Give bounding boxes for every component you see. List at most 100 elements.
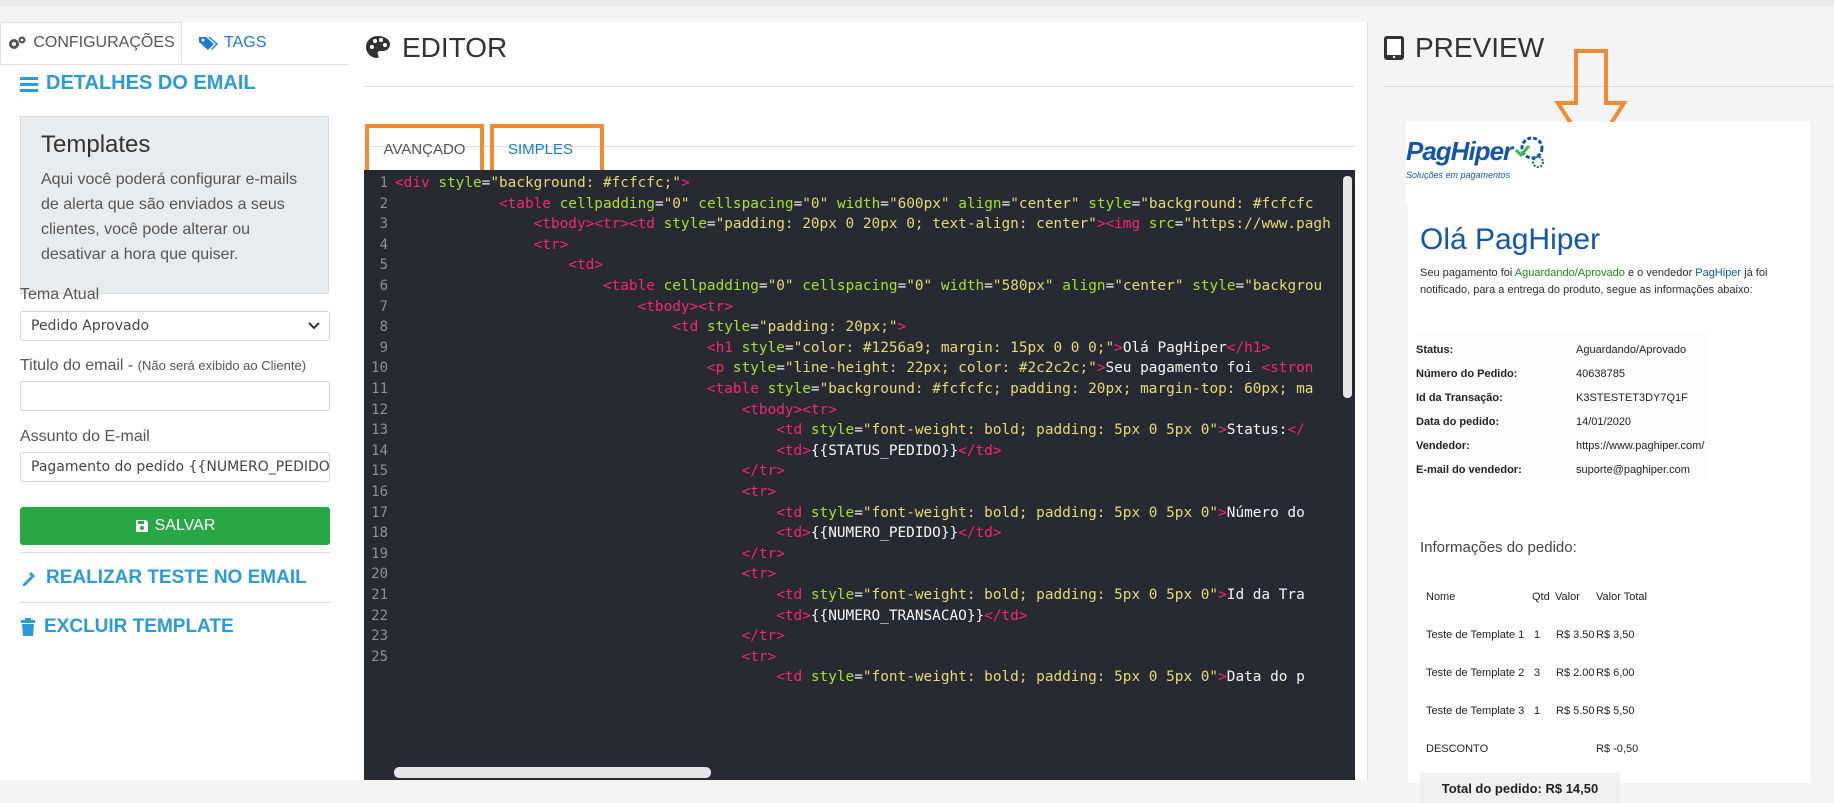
intro-seller: PagHiper: [1695, 267, 1742, 279]
delete-template-link[interactable]: EXCLUIR TEMPLATE: [20, 616, 234, 638]
tab-configuracoes[interactable]: CONFIGURAÇÕES: [0, 22, 182, 64]
line-number: 5: [379, 257, 388, 274]
item-total: R$ 3,50: [1596, 629, 1635, 641]
order-info-title: Informações do pedido:: [1420, 539, 1577, 556]
code-line: <td>{{NUMERO_PEDIDO}}</td>: [776, 525, 1002, 542]
status-value: suporte@paghiper.com: [1576, 464, 1690, 476]
item-total: R$ 6,00: [1596, 667, 1635, 679]
gear-check-icon: [1515, 136, 1545, 168]
line-number: 20: [371, 566, 388, 583]
email-details-title: DETALHES DO EMAIL: [46, 72, 256, 94]
status-value: 40638785: [1576, 368, 1625, 380]
subject-value: Pagamento do pedido {{NUMERO_PEDIDO}} fo…: [31, 459, 330, 475]
line-number: 3: [379, 216, 388, 233]
item-qty: 1: [1534, 705, 1541, 717]
delete-template-label: EXCLUIR TEMPLATE: [44, 616, 234, 637]
code-line: <tbody><tr>: [637, 298, 733, 315]
email-title-hint: (Não será exibido ao Cliente): [137, 358, 307, 373]
order-total: Total do pedido: R$ 14,50: [1420, 773, 1620, 803]
line-number: 22: [371, 607, 388, 624]
tab-tags[interactable]: TAGS: [198, 22, 266, 64]
theme-select-value: Pedido Aprovado: [31, 318, 150, 334]
line-number: 14: [371, 442, 388, 459]
top-bar: [0, 0, 1834, 6]
code-line: </tr>: [741, 628, 785, 645]
line-number: 15: [371, 463, 388, 480]
code-line: <table cellpadding="0" cellspacing="0" w…: [602, 278, 1323, 294]
chevron-down-icon: [308, 322, 320, 330]
cogs-icon: [9, 36, 26, 49]
code-line: <td style="font-weight: bold; padding: 5…: [776, 587, 1305, 603]
settings-panel: CONFIGURAÇÕES TAGS DETALHES DO EMAIL Tem…: [0, 22, 349, 780]
code-line: <td style="padding: 20px;">: [672, 319, 907, 336]
intro-text: e o vendedor: [1624, 267, 1696, 279]
item-name: Teste de Template 3: [1426, 705, 1525, 717]
code-line: <div style="background: #fcfcfc;">: [395, 175, 690, 191]
item-name: Teste de Template 1: [1426, 629, 1525, 641]
code-line: <tbody><tr><td style="padding: 20px 0 20…: [533, 216, 1331, 233]
code-line: <tbody><tr>: [741, 401, 837, 418]
item-qty: 1: [1534, 629, 1541, 641]
code-line: <td style="font-weight: bold; padding: 5…: [776, 422, 1305, 439]
line-number: 2: [379, 195, 388, 212]
line-number: 9: [379, 339, 388, 356]
tab-avancado[interactable]: AVANÇADO: [365, 124, 484, 174]
templates-info-box: Templates Aqui você poderá configurar e-…: [20, 116, 329, 294]
item-value: R$ 5.50: [1556, 705, 1595, 717]
line-number: 13: [371, 422, 388, 439]
subject-label: Assunto do E-mail: [20, 428, 150, 445]
trash-icon: [21, 618, 35, 636]
vertical-scrollbar-track[interactable]: [1340, 170, 1355, 780]
tab-simples[interactable]: SIMPLES: [490, 124, 604, 174]
email-title-input[interactable]: [20, 381, 330, 411]
code-line: <tr>: [741, 484, 777, 500]
item-name: Teste de Template 2: [1426, 667, 1525, 679]
code-editor[interactable]: 1 <div style="background: #fcfcfc;"> 2 <ta…: [364, 170, 1355, 780]
tab-label: AVANÇADO: [383, 140, 466, 158]
logo-text: PagHiper: [1406, 135, 1513, 166]
code-line: </tr>: [741, 545, 785, 562]
intro-status: Aguardando/Aprovado: [1514, 267, 1625, 279]
code-line: <tr>: [741, 566, 777, 583]
line-number: 16: [371, 484, 388, 500]
tab-label: TAGS: [224, 34, 267, 51]
line-number: 10: [371, 360, 388, 377]
vertical-scrollbar-thumb[interactable]: [1343, 176, 1352, 398]
tab-label: SIMPLES: [508, 140, 574, 158]
editor-panel: EDITOR AVANÇADO SIMPLES 1 <div style="bac…: [349, 22, 1367, 780]
email-greeting: Olá PagHiper: [1420, 223, 1601, 256]
editor-title: EDITOR: [402, 32, 508, 63]
status-key: Número do Pedido:: [1416, 368, 1518, 380]
subject-input[interactable]: Pagamento do pedido {{NUMERO_PEDIDO}} fo…: [20, 452, 330, 482]
save-button[interactable]: SALVAR: [20, 507, 330, 545]
col-value: Valor: [1555, 591, 1580, 603]
send-test-label: REALIZAR TESTE NO EMAIL: [46, 567, 307, 588]
status-value: https://www.paghiper.com/: [1576, 440, 1705, 452]
email-intro: Seu pagamento foi Aguardando/Aprovado e …: [1420, 265, 1805, 299]
send-test-link[interactable]: REALIZAR TESTE NO EMAIL: [20, 567, 307, 589]
status-value: 14/01/2020: [1576, 416, 1632, 428]
email-details-heading[interactable]: DETALHES DO EMAIL: [20, 72, 256, 95]
item-value: R$ 3.50: [1556, 629, 1595, 641]
email-title-label: Titulo do email - (Não será exibido ao C…: [20, 357, 306, 375]
status-key: Vendedor:: [1416, 440, 1470, 452]
code-line: <td>{{NUMERO_TRANSACAO}}</td>: [776, 607, 1028, 624]
horizontal-scrollbar-thumb[interactable]: [394, 767, 711, 778]
line-number: 11: [371, 381, 388, 397]
settings-tabs: CONFIGURAÇÕES TAGS: [0, 22, 349, 65]
code-line: <table style="background: #fcfcfc; paddi…: [706, 381, 1314, 397]
status-key: Status:: [1416, 344, 1454, 356]
bars-icon: [20, 76, 38, 92]
code-line: </tr>: [741, 463, 785, 480]
divider: [20, 552, 330, 553]
divider: [20, 602, 330, 603]
divider: [364, 86, 1354, 87]
code-line: <tr>: [741, 648, 777, 665]
save-label: SALVAR: [154, 517, 216, 534]
item-value: R$ 2.00: [1556, 667, 1595, 679]
tab-label: CONFIGURAÇÕES: [33, 34, 175, 51]
line-number: 19: [371, 545, 388, 562]
theme-select[interactable]: Pedido Aprovado: [20, 311, 330, 341]
item-total: R$ 5,50: [1596, 705, 1635, 717]
preview-heading: PREVIEW: [1383, 32, 1544, 64]
